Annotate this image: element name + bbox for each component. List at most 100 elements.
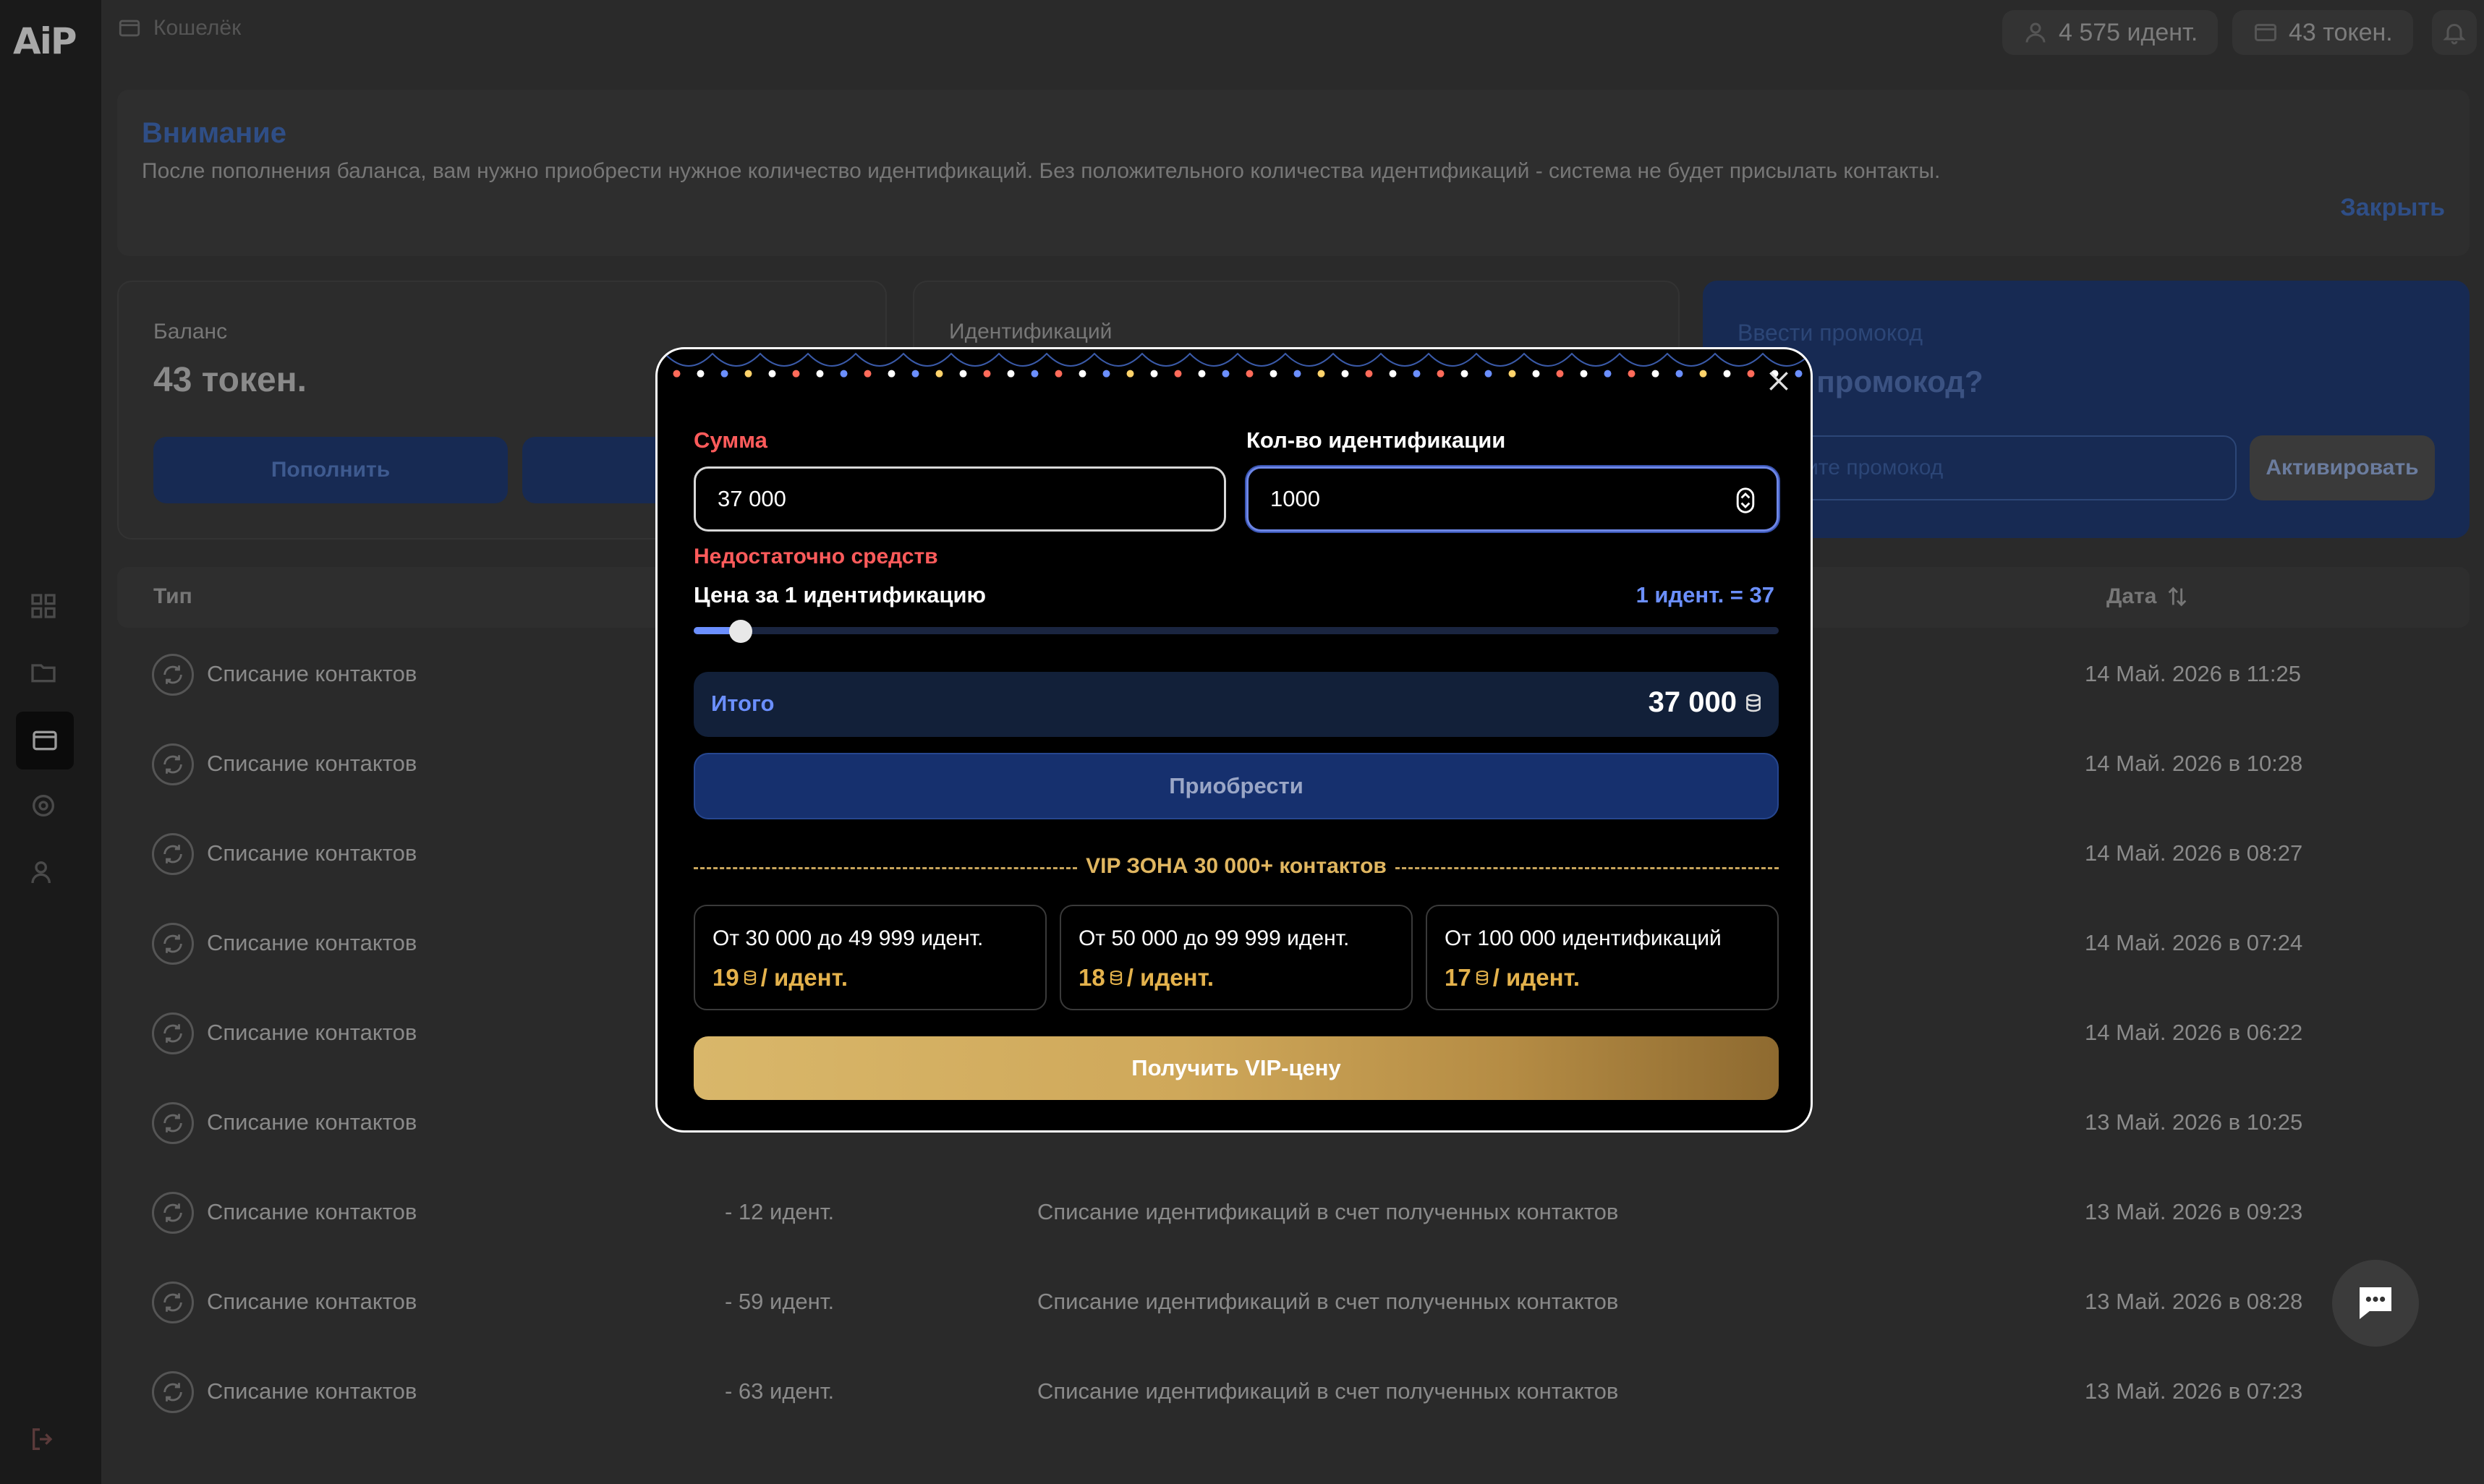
modal-close-button[interactable] [1763, 365, 1795, 397]
row-type: Списание контактов [207, 840, 417, 866]
number-spinner-icon[interactable] [1736, 487, 1755, 513]
refresh-icon [152, 654, 194, 696]
attention-close-link[interactable]: Закрыть [2340, 194, 2445, 222]
vip-tier-card[interactable]: От 100 000 идентификаций 17 / идент. [1426, 905, 1779, 1010]
vip-tier-price-line: 19 / идент. [713, 964, 848, 992]
refresh-icon [152, 743, 194, 785]
breadcrumb-label: Кошелёк [153, 16, 242, 40]
row-date: 13 Май. 2026 в 10:25 [2085, 1109, 2303, 1135]
row-type: Списание контактов [207, 661, 417, 686]
column-type: Тип [153, 584, 192, 608]
coin-icon [744, 970, 756, 986]
table-row: Списание контактов - 59 идент. Списание ид… [117, 1255, 2470, 1345]
promo-card: Ввести промокод Есть промокод? Введите п… [1703, 281, 2470, 538]
table-row: Списание контактов - 12 идент. Списание ид… [117, 1166, 2470, 1255]
row-type: Списание контактов [207, 1109, 417, 1135]
total-value: 37 000 [1648, 686, 1737, 718]
balance-value: 43 токен. [153, 361, 307, 399]
attention-title: Внимание [142, 117, 286, 149]
price-rate: 1 идент. = 37 [1636, 582, 1774, 607]
refresh-icon [152, 1192, 194, 1234]
app-logo[interactable]: AiP [13, 20, 77, 62]
coin-icon [1476, 970, 1488, 986]
row-date: 13 Май. 2026 в 09:23 [2085, 1199, 2303, 1224]
row-amount: - 12 идент. [725, 1199, 835, 1224]
row-date: 14 Май. 2026 в 06:22 [2085, 1020, 2303, 1045]
bell-icon [2443, 24, 2466, 45]
row-date: 14 Май. 2026 в 08:27 [2085, 840, 2303, 866]
vip-title: VIP ЗОНА 30 000+ контактов [1086, 854, 1387, 878]
vip-tier-unit: / идент. [760, 964, 848, 991]
buy-button[interactable]: Приобрести [694, 753, 1779, 819]
get-vip-price-button[interactable]: Получить VIP-цену [694, 1036, 1779, 1100]
row-amount: - 59 идент. [725, 1289, 835, 1314]
row-amount: - 63 идент. [725, 1378, 835, 1404]
row-date: 14 Май. 2026 в 11:25 [2085, 661, 2301, 686]
logout-icon[interactable] [22, 1417, 65, 1461]
sidebar-folder-icon[interactable] [22, 651, 65, 694]
error-message: Недостаточно средств [694, 545, 938, 568]
row-description: Списание идентификаций в счет полученных… [1037, 1378, 1619, 1404]
row-date: 13 Май. 2026 в 08:28 [2085, 1289, 2303, 1314]
vip-tier-unit: / идент. [1126, 964, 1215, 991]
refresh-icon [152, 923, 194, 965]
row-type: Списание контактов [207, 751, 417, 776]
sum-label: Сумма [694, 427, 767, 453]
refresh-icon [152, 1371, 194, 1413]
sidebar: AiP [0, 0, 101, 1484]
garland-decoration [664, 352, 1811, 378]
identifications-pill[interactable]: 4 575 идент. [2002, 10, 2219, 55]
sidebar-settings-icon[interactable] [22, 784, 65, 827]
table-row: Списание контактов - 63 идент. Списание ид… [117, 1345, 2470, 1435]
total-label: Итого [711, 691, 775, 716]
sidebar-wallet-icon[interactable] [16, 712, 74, 769]
vip-tier-price: 19 [713, 964, 739, 991]
sidebar-dashboard-icon[interactable] [22, 584, 65, 628]
total-bar: Итого 37 000 [694, 672, 1779, 737]
price-label: Цена за 1 идентификацию [694, 582, 987, 607]
vip-tier-card[interactable]: От 30 000 до 49 999 идент. 19 / идент. [694, 905, 1047, 1010]
vip-tier-card[interactable]: От 50 000 до 99 999 идент. 18 / идент. [1060, 905, 1413, 1010]
tokens-pill[interactable]: 43 токен. [2232, 10, 2413, 55]
chat-button[interactable] [2332, 1260, 2419, 1347]
sum-input[interactable]: 37 000 [694, 466, 1226, 532]
sidebar-user-icon[interactable] [22, 850, 65, 894]
buy-identifications-modal: Сумма 37 000 Кол-во идентификации 1000 Н… [655, 347, 1813, 1133]
promo-label: Ввести промокод [1737, 320, 1923, 346]
close-icon [1769, 372, 1788, 391]
user-icon [2025, 22, 2046, 43]
refresh-icon [152, 1102, 194, 1144]
vip-divider-right [1395, 867, 1779, 869]
wallet-icon [119, 20, 140, 37]
row-type: Списание контактов [207, 1378, 417, 1404]
identifications-count: 4 575 идент. [2059, 18, 2198, 46]
topup-button[interactable]: Пополнить [153, 437, 508, 503]
row-date: 13 Май. 2026 в 07:23 [2085, 1378, 2303, 1404]
attention-text: После пополнения баланса, вам нужно прио… [142, 159, 1941, 183]
vip-tier-price-line: 18 / идент. [1079, 964, 1214, 992]
vip-tier-range: От 100 000 идентификаций [1445, 926, 1722, 950]
row-date: 14 Май. 2026 в 07:24 [2085, 930, 2303, 955]
slider-knob[interactable] [728, 620, 752, 643]
wallet-icon [2255, 24, 2276, 41]
activate-button[interactable]: Активировать [2250, 435, 2435, 500]
identifications-label: Идентификаций [949, 320, 1113, 344]
column-date[interactable]: Дата [2106, 584, 2190, 609]
notifications-button[interactable] [2432, 10, 2477, 55]
row-type: Списание контактов [207, 930, 417, 955]
count-input-value: 1000 [1270, 486, 1320, 511]
count-label: Кол-во идентификации [1246, 427, 1506, 453]
row-date: 14 Май. 2026 в 10:28 [2085, 751, 2303, 776]
vip-tier-price: 18 [1079, 964, 1105, 991]
row-type: Списание контактов [207, 1289, 417, 1314]
refresh-icon [152, 1282, 194, 1323]
row-type: Списание контактов [207, 1199, 417, 1224]
price-slider[interactable] [694, 620, 1779, 643]
coin-icon [1110, 970, 1122, 986]
chat-icon [2360, 1287, 2391, 1319]
breadcrumb: Кошелёк [117, 16, 241, 40]
row-description: Списание идентификаций в счет полученных… [1037, 1289, 1619, 1314]
row-description: Списание идентификаций в счет полученных… [1037, 1199, 1619, 1224]
count-input[interactable]: 1000 [1246, 466, 1779, 532]
vip-tier-price-line: 17 / идент. [1445, 964, 1580, 992]
